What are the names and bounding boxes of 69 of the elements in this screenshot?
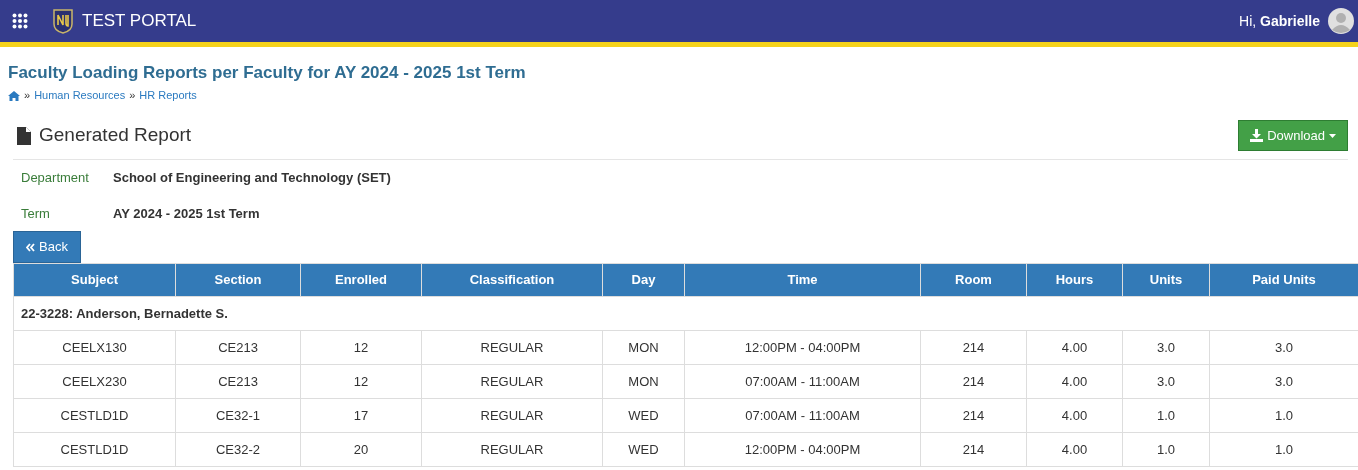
breadcrumb-separator: » bbox=[24, 88, 31, 104]
table-cell: 4.00 bbox=[1026, 398, 1123, 433]
table-cell: 1.0 bbox=[1122, 398, 1210, 433]
table-cell: REGULAR bbox=[421, 364, 603, 399]
table-cell: MON bbox=[602, 330, 685, 365]
table-cell: CE32-1 bbox=[175, 398, 301, 433]
detail-label: Term bbox=[21, 204, 51, 223]
back-button[interactable]: Back bbox=[13, 231, 81, 263]
caret-icon bbox=[1329, 133, 1336, 138]
column-header: Section bbox=[175, 263, 301, 297]
table-cell: 12:00PM - 04:00PM bbox=[684, 432, 921, 467]
column-header: Time bbox=[684, 263, 921, 297]
table-cell: 214 bbox=[920, 330, 1027, 365]
column-header: Hours bbox=[1026, 263, 1123, 297]
table-cell: WED bbox=[602, 432, 685, 467]
download-icon bbox=[1250, 129, 1264, 143]
table-cell: CE213 bbox=[175, 330, 301, 365]
breadcrumb-link[interactable]: Human Resources bbox=[34, 87, 126, 104]
table-cell: REGULAR bbox=[421, 330, 603, 365]
detail-value: AY 2024 - 2025 1st Term bbox=[113, 204, 260, 223]
table-cell: 1.0 bbox=[1122, 432, 1210, 467]
faculty-group-row: 22-3228: Anderson, Bernadette S. bbox=[13, 296, 1358, 331]
column-header: Classification bbox=[421, 263, 603, 297]
breadcrumb-link[interactable]: HR Reports bbox=[139, 87, 197, 104]
table-cell: 20 bbox=[300, 432, 422, 467]
table-cell: 17 bbox=[300, 398, 422, 433]
user-avatar-icon[interactable] bbox=[1328, 8, 1354, 34]
column-header: Paid Units bbox=[1209, 263, 1358, 297]
document-icon bbox=[17, 126, 31, 145]
home-icon[interactable] bbox=[8, 90, 20, 101]
table-cell: REGULAR bbox=[421, 432, 603, 467]
column-header: Enrolled bbox=[300, 263, 422, 297]
column-header: Units bbox=[1122, 263, 1210, 297]
table-cell: CE32-2 bbox=[175, 432, 301, 467]
table-cell: 07:00AM - 11:00AM bbox=[684, 398, 921, 433]
table-cell: 4.00 bbox=[1026, 364, 1123, 399]
table-cell: CESTLD1D bbox=[13, 432, 176, 467]
table-cell: CESTLD1D bbox=[13, 398, 176, 433]
table-cell: 214 bbox=[920, 398, 1027, 433]
greeting-text: Hi, Gabrielle bbox=[1239, 11, 1320, 31]
column-header: Day bbox=[602, 263, 685, 297]
table-cell: CEELX130 bbox=[13, 330, 176, 365]
table-cell: REGULAR bbox=[421, 398, 603, 433]
table-cell: 4.00 bbox=[1026, 330, 1123, 365]
table-cell: 3.0 bbox=[1122, 330, 1210, 365]
table-cell: 12 bbox=[300, 330, 422, 365]
column-header: Room bbox=[920, 263, 1027, 297]
breadcrumb-separator: » bbox=[129, 88, 136, 104]
table-cell: 07:00AM - 11:00AM bbox=[684, 364, 921, 399]
table-cell: 12:00PM - 04:00PM bbox=[684, 330, 921, 365]
table-cell: 214 bbox=[920, 364, 1027, 399]
detail-value: School of Engineering and Technology (SET) bbox=[113, 169, 391, 188]
table-cell: 4.00 bbox=[1026, 432, 1123, 467]
table-cell: WED bbox=[602, 398, 685, 433]
page-title: Faculty Loading Reports per Faculty for AY 2024 - 2025 1st Term bbox=[8, 63, 527, 84]
table-cell: 214 bbox=[920, 432, 1027, 467]
panel-title: Generated Report bbox=[39, 123, 192, 148]
table-cell: MON bbox=[602, 364, 685, 399]
brand-name: TEST PORTAL bbox=[82, 10, 197, 33]
double-chevron-icon bbox=[26, 242, 35, 252]
table-cell: CEELX230 bbox=[13, 364, 176, 399]
shield-logo-icon bbox=[52, 8, 74, 34]
detail-label: Department bbox=[21, 169, 90, 188]
table-cell: 12 bbox=[300, 364, 422, 399]
column-header: Subject bbox=[13, 263, 176, 297]
table-cell: 3.0 bbox=[1122, 364, 1210, 399]
download-button[interactable]: Download bbox=[1238, 119, 1348, 152]
table-cell: CE213 bbox=[175, 364, 301, 399]
apps-grid-icon[interactable] bbox=[12, 13, 28, 29]
